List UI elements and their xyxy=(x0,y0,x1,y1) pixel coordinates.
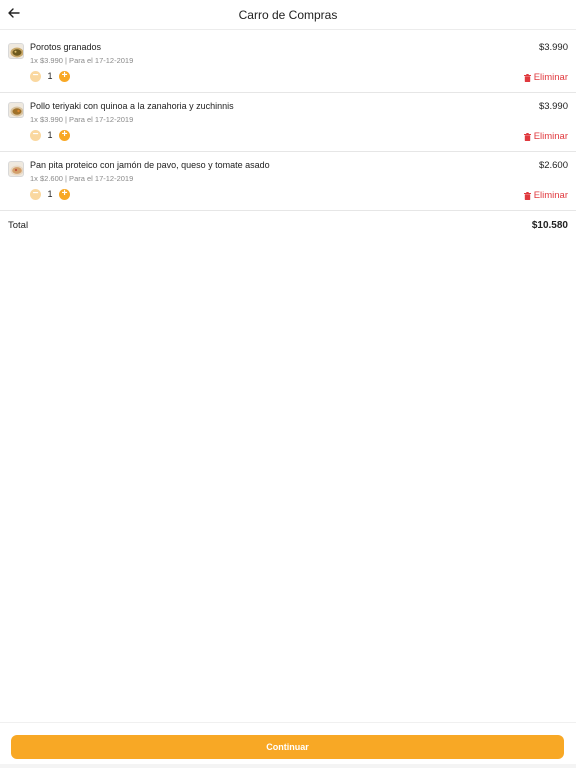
plus-icon: + xyxy=(61,70,68,81)
footer: Continuar xyxy=(0,722,576,768)
trash-icon xyxy=(523,191,531,200)
item-price: $2.600 xyxy=(538,160,568,171)
decrease-quantity-button[interactable]: − xyxy=(30,70,41,82)
remove-label: Eliminar xyxy=(533,190,568,201)
item-price: $3.990 xyxy=(538,101,568,112)
item-price: $3.990 xyxy=(538,42,568,53)
product-thumbnail xyxy=(8,102,24,118)
item-meta: 1x $3.990 | Para el 17-12-2019 xyxy=(30,115,134,124)
product-thumbnail xyxy=(8,43,24,59)
quantity-stepper: − 1 + xyxy=(30,188,70,200)
trash-icon xyxy=(523,73,531,82)
minus-icon: − xyxy=(32,129,39,140)
item-meta: 1x $3.990 | Para el 17-12-2019 xyxy=(30,56,134,65)
remove-label: Eliminar xyxy=(533,72,568,83)
remove-item-button[interactable]: Eliminar xyxy=(523,190,568,201)
page-title: Carro de Compras xyxy=(238,8,338,22)
top-bar: Carro de Compras xyxy=(0,0,576,30)
quantity-value: 1 xyxy=(47,71,53,81)
remove-label: Eliminar xyxy=(533,131,568,142)
quantity-value: 1 xyxy=(47,130,53,140)
increase-quantity-button[interactable]: + xyxy=(59,129,70,141)
quantity-value: 1 xyxy=(47,189,53,199)
minus-icon: − xyxy=(32,188,39,199)
increase-quantity-button[interactable]: + xyxy=(59,188,70,200)
total-value: $10.580 xyxy=(531,220,568,231)
increase-quantity-button[interactable]: + xyxy=(59,70,70,82)
decrease-quantity-button[interactable]: − xyxy=(30,188,41,200)
remove-item-button[interactable]: Eliminar xyxy=(523,72,568,83)
quantity-stepper: − 1 + xyxy=(30,70,70,82)
cart-item: Pollo teriyaki con quinoa a la zanahoria… xyxy=(0,93,576,152)
product-thumbnail xyxy=(8,161,24,177)
item-meta: 1x $2.600 | Para el 17-12-2019 xyxy=(30,174,134,183)
plus-icon: + xyxy=(61,188,68,199)
trash-icon xyxy=(523,132,531,141)
item-name: Porotos granados xyxy=(30,42,102,52)
cart-item: Porotos granados 1x $3.990 | Para el 17-… xyxy=(0,34,576,93)
total-row: Total $10.580 xyxy=(0,214,576,236)
item-name: Pollo teriyaki con quinoa a la zanahoria… xyxy=(30,101,234,111)
remove-item-button[interactable]: Eliminar xyxy=(523,131,568,142)
total-label: Total xyxy=(8,220,29,231)
minus-icon: − xyxy=(32,70,39,81)
cart-item: Pan pita proteico con jamón de pavo, que… xyxy=(0,152,576,211)
item-name: Pan pita proteico con jamón de pavo, que… xyxy=(30,160,270,170)
plus-icon: + xyxy=(61,129,68,140)
quantity-stepper: − 1 + xyxy=(30,129,70,141)
decrease-quantity-button[interactable]: − xyxy=(30,129,41,141)
cart-list: Porotos granados 1x $3.990 | Para el 17-… xyxy=(0,34,576,211)
bottom-bar xyxy=(0,764,576,768)
continue-button[interactable]: Continuar xyxy=(11,735,564,759)
